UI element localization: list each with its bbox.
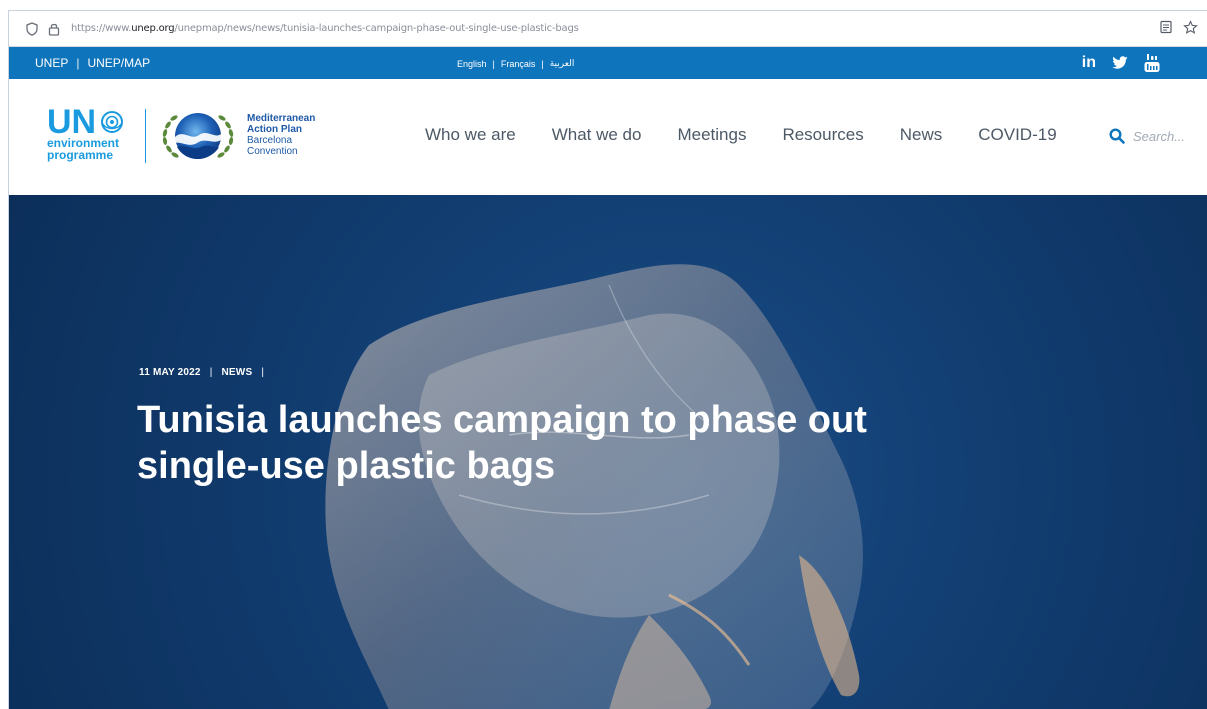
unep-logo-mark: UN — [47, 103, 97, 141]
search-box[interactable]: Search... — [1109, 128, 1185, 144]
separator: | — [541, 58, 544, 69]
separator: | — [261, 367, 265, 378]
unep-logo-line-2: programme — [47, 148, 114, 162]
nav-meetings[interactable]: Meetings — [677, 125, 746, 145]
language-arabic[interactable]: العربية — [550, 58, 575, 69]
nav-what-we-do[interactable]: What we do — [552, 125, 642, 145]
nav-who-we-are[interactable]: Who we are — [425, 125, 516, 145]
map-logo-line-4: Convention — [247, 146, 298, 157]
browser-url-bar[interactable]: https://www.unep.org/unepmap/news/news/t… — [9, 11, 1207, 47]
site-header: UN environment programme Mediterranean A… — [9, 79, 1207, 195]
logo-divider — [145, 109, 146, 163]
search-icon[interactable] — [1109, 128, 1125, 144]
nav-covid-19[interactable]: COVID-19 — [978, 125, 1056, 145]
url-text[interactable]: https://www.unep.org/unepmap/news/news/t… — [71, 23, 579, 34]
bookmark-star-icon[interactable] — [1183, 20, 1198, 40]
utility-bar: UNEP | UNEP/MAP English | Français | الع… — [9, 47, 1207, 79]
unep-link[interactable]: UNEP — [35, 56, 68, 70]
browser-window: https://www.unep.org/unepmap/news/news/t… — [8, 10, 1207, 709]
un-emblem-icon — [101, 111, 124, 133]
search-input[interactable]: Search... — [1133, 129, 1185, 144]
main-nav: Who we are What we do Meetings Resources… — [425, 125, 1093, 145]
article-date: 11 MAY 2022 — [139, 367, 201, 378]
language-switcher: English | Français | العربية — [457, 58, 574, 69]
separator: | — [209, 367, 213, 378]
article-category[interactable]: NEWS — [222, 367, 253, 378]
nav-resources[interactable]: Resources — [782, 125, 863, 145]
separator: | — [76, 56, 80, 70]
lock-icon[interactable] — [45, 20, 63, 38]
separator: | — [492, 58, 495, 69]
youtube-icon[interactable] — [1144, 53, 1160, 73]
nav-news[interactable]: News — [900, 125, 943, 145]
article-title: Tunisia launches campaign to phase out s… — [137, 399, 867, 487]
barcelona-convention-emblem-icon[interactable] — [159, 107, 237, 165]
reader-view-icon[interactable] — [1159, 20, 1173, 40]
article-meta: 11 MAY 2022 | NEWS | — [139, 367, 273, 378]
map-logo-text[interactable]: Mediterranean Action Plan Barcelona Conv… — [247, 113, 315, 157]
language-english[interactable]: English — [457, 59, 487, 69]
linkedin-icon[interactable]: in — [1082, 53, 1096, 73]
shield-icon[interactable] — [23, 20, 41, 38]
map-logo-line-1: Mediterranean — [247, 113, 316, 124]
map-logo-line-3: Barcelona — [247, 135, 293, 146]
map-logo-line-2: Action Plan — [247, 124, 303, 135]
twitter-icon[interactable] — [1112, 53, 1128, 73]
hero-banner: 11 MAY 2022 | NEWS | Tunisia launches ca… — [9, 195, 1207, 709]
unep-logo[interactable]: UN environment programme — [47, 103, 124, 162]
language-french[interactable]: Français — [501, 59, 536, 69]
unep-map-link[interactable]: UNEP/MAP — [87, 56, 150, 70]
url-domain: unep.org — [131, 23, 175, 34]
